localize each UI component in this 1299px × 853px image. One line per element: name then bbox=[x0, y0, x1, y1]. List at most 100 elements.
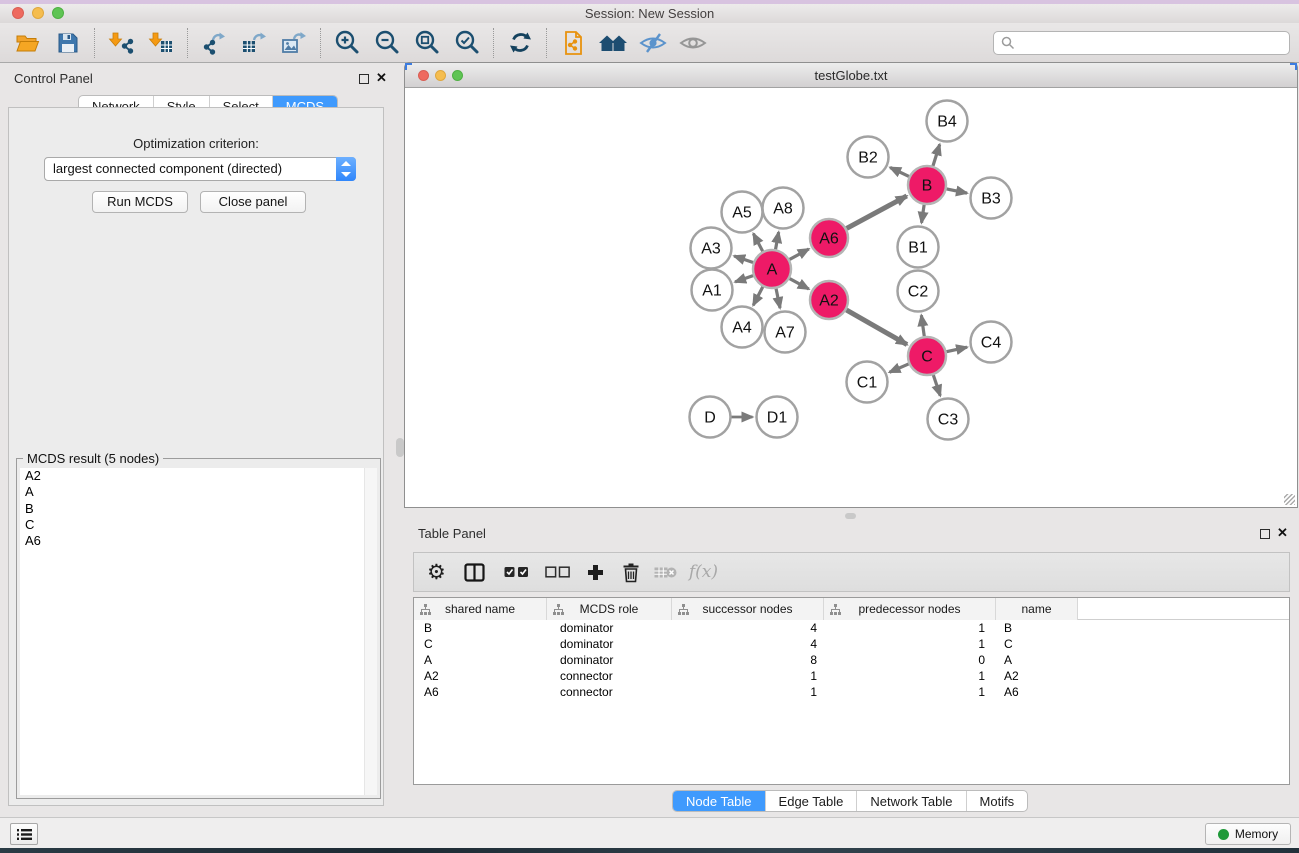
table-cell[interactable]: A6 bbox=[996, 684, 1078, 700]
graph-edge-B-B1[interactable] bbox=[922, 205, 925, 223]
export-image-button[interactable] bbox=[274, 27, 314, 59]
column-header-shared-name[interactable]: shared name bbox=[414, 598, 547, 620]
zoom-selected-button[interactable] bbox=[447, 27, 487, 59]
table-row[interactable]: A6connector11A6 bbox=[414, 684, 1289, 700]
graph-edge-C-C2[interactable] bbox=[921, 315, 924, 336]
graph-edge-A-A8[interactable] bbox=[776, 232, 779, 249]
graph-node-B[interactable]: B bbox=[908, 166, 946, 204]
graph-node-A2[interactable]: A2 bbox=[810, 281, 848, 319]
mcds-result-list[interactable]: A2ABCA6 bbox=[20, 468, 377, 795]
table-cell[interactable]: dominator bbox=[547, 636, 672, 652]
table-cell[interactable]: dominator bbox=[547, 652, 672, 668]
mcds-result-item[interactable]: A bbox=[20, 484, 377, 500]
table-cell[interactable]: A2 bbox=[414, 668, 547, 684]
graph-edge-A-A2[interactable] bbox=[790, 279, 809, 289]
scrollbar[interactable] bbox=[364, 468, 377, 795]
delete-column-button[interactable] bbox=[622, 557, 640, 587]
table-cell[interactable]: 4 bbox=[672, 636, 824, 652]
graph-node-A8[interactable]: A8 bbox=[763, 188, 804, 229]
graph-edge-A-A5[interactable] bbox=[753, 234, 762, 252]
select-all-columns-button[interactable] bbox=[504, 557, 529, 587]
close-view-button[interactable] bbox=[418, 70, 429, 81]
close-window-button[interactable] bbox=[12, 7, 24, 19]
zoom-view-button[interactable] bbox=[452, 70, 463, 81]
table-cell[interactable]: B bbox=[996, 620, 1078, 636]
table-cell[interactable]: connector bbox=[547, 668, 672, 684]
graph-node-A5[interactable]: A5 bbox=[722, 192, 763, 233]
refresh-layout-button[interactable] bbox=[500, 27, 540, 59]
table-cell[interactable]: 0 bbox=[824, 652, 996, 668]
show-eye-button[interactable] bbox=[673, 27, 713, 59]
table-cell[interactable]: 1 bbox=[672, 668, 824, 684]
panel-menu-button[interactable] bbox=[10, 823, 38, 845]
zoom-window-button[interactable] bbox=[52, 7, 64, 19]
table-cell[interactable]: C bbox=[996, 636, 1078, 652]
import-table-button[interactable] bbox=[141, 27, 181, 59]
table-cell[interactable]: 4 bbox=[672, 620, 824, 636]
graph-node-B4[interactable]: B4 bbox=[927, 101, 968, 142]
zoom-in-button[interactable] bbox=[327, 27, 367, 59]
table-cell[interactable]: dominator bbox=[547, 620, 672, 636]
mcds-result-item[interactable]: B bbox=[20, 501, 377, 517]
graph-edge-A6-B[interactable] bbox=[847, 196, 907, 229]
network-graph-canvas[interactable]: AA1A3A5A8A4A7A6A2BB1B2B3B4CC1C2C3C4DD1 bbox=[405, 88, 1297, 508]
optimization-criterion-select[interactable]: largest connected component (directed) bbox=[44, 157, 356, 181]
graph-node-C2[interactable]: C2 bbox=[898, 271, 939, 312]
graph-node-B2[interactable]: B2 bbox=[848, 137, 889, 178]
table-cell[interactable]: A bbox=[414, 652, 547, 668]
mcds-result-item[interactable]: A2 bbox=[20, 468, 377, 484]
import-network-button[interactable] bbox=[101, 27, 141, 59]
graph-edge-A2-C[interactable] bbox=[846, 310, 907, 345]
table-cell[interactable]: 1 bbox=[824, 684, 996, 700]
hide-eye-button[interactable] bbox=[633, 27, 673, 59]
show-columns-button[interactable] bbox=[464, 557, 485, 587]
table-cell[interactable]: 8 bbox=[672, 652, 824, 668]
resize-grip[interactable] bbox=[1284, 494, 1295, 505]
graph-node-C[interactable]: C bbox=[908, 337, 946, 375]
table-cell[interactable]: B bbox=[414, 620, 547, 636]
graph-edge-A-A3[interactable] bbox=[734, 256, 753, 263]
graph-node-C4[interactable]: C4 bbox=[971, 322, 1012, 363]
export-table-button[interactable] bbox=[234, 27, 274, 59]
tab-edge-table[interactable]: Edge Table bbox=[765, 791, 857, 811]
memory-button[interactable]: Memory bbox=[1205, 823, 1291, 845]
graph-node-A4[interactable]: A4 bbox=[722, 307, 763, 348]
graph-edge-A-A6[interactable] bbox=[790, 249, 809, 259]
mcds-result-item[interactable]: C bbox=[20, 517, 377, 533]
horizontal-scrollbar-thumb[interactable] bbox=[845, 513, 856, 519]
delete-table-button[interactable] bbox=[654, 557, 677, 587]
table-cell[interactable]: 1 bbox=[824, 636, 996, 652]
table-cell[interactable]: A bbox=[996, 652, 1078, 668]
graph-node-A3[interactable]: A3 bbox=[691, 228, 732, 269]
graph-node-A7[interactable]: A7 bbox=[765, 312, 806, 353]
graph-node-A6[interactable]: A6 bbox=[810, 219, 848, 257]
create-column-button[interactable] bbox=[587, 557, 604, 587]
column-header-mcds-role[interactable]: MCDS role bbox=[547, 598, 672, 620]
zoom-fit-button[interactable] bbox=[407, 27, 447, 59]
graph-node-A1[interactable]: A1 bbox=[692, 270, 733, 311]
graph-node-D1[interactable]: D1 bbox=[757, 397, 798, 438]
table-cell[interactable]: 1 bbox=[672, 684, 824, 700]
float-table-panel-icon[interactable] bbox=[1260, 529, 1270, 539]
graph-edge-C-C4[interactable] bbox=[947, 347, 968, 351]
column-header-successor-nodes[interactable]: successor nodes bbox=[672, 598, 824, 620]
table-row[interactable]: Bdominator41B bbox=[414, 620, 1289, 636]
column-header-predecessor-nodes[interactable]: predecessor nodes bbox=[824, 598, 996, 620]
network-window-titlebar[interactable]: testGlobe.txt bbox=[405, 63, 1297, 88]
graph-node-C1[interactable]: C1 bbox=[847, 362, 888, 403]
graph-node-B3[interactable]: B3 bbox=[971, 178, 1012, 219]
graph-node-A[interactable]: A bbox=[753, 250, 791, 288]
column-header-name[interactable]: name bbox=[996, 598, 1078, 620]
tab-network-table[interactable]: Network Table bbox=[856, 791, 965, 811]
table-cell[interactable]: A6 bbox=[414, 684, 547, 700]
tab-node-table[interactable]: Node Table bbox=[673, 791, 765, 811]
dropdown-stepper-icon[interactable] bbox=[336, 157, 356, 181]
table-cell[interactable]: A2 bbox=[996, 668, 1078, 684]
export-network-button[interactable] bbox=[194, 27, 234, 59]
graph-edge-B-B4[interactable] bbox=[933, 144, 940, 166]
vertical-scrollbar-thumb[interactable] bbox=[396, 438, 404, 457]
minimize-window-button[interactable] bbox=[32, 7, 44, 19]
graph-node-B1[interactable]: B1 bbox=[898, 227, 939, 268]
close-table-panel-icon[interactable]: ✕ bbox=[1277, 527, 1288, 539]
function-builder-button[interactable]: f(x) bbox=[689, 557, 718, 587]
